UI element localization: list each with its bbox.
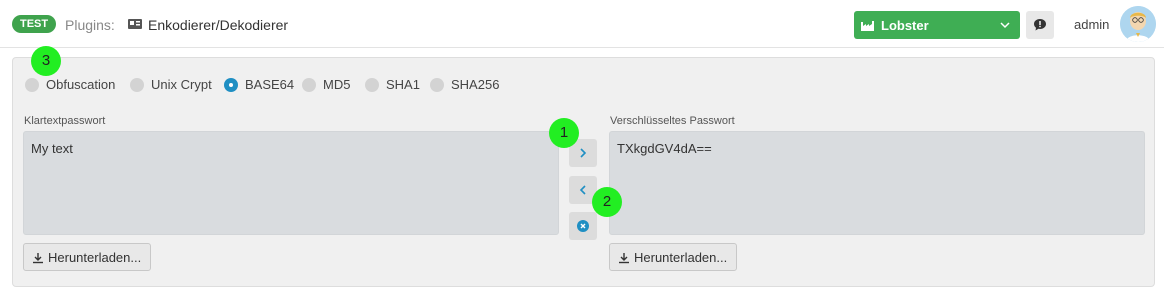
- radio-indicator: [430, 78, 444, 92]
- ciphertext-label: Verschlüsseltes Passwort: [610, 115, 735, 127]
- method-label: BASE64: [245, 77, 295, 92]
- method-label: SHA1: [386, 77, 420, 92]
- plaintext-label: Klartextpasswort: [24, 115, 106, 127]
- avatar[interactable]: [1120, 6, 1156, 42]
- method-label: Obfuscation: [46, 77, 116, 92]
- annotation-marker-3: 3: [31, 46, 61, 76]
- environment-select-label: Lobster: [881, 18, 929, 33]
- radio-indicator: [25, 78, 39, 92]
- top-bar: TEST Plugins: Enkodierer/Dekodierer Lobs…: [0, 0, 1164, 48]
- user-name[interactable]: admin: [1074, 17, 1109, 32]
- radio-indicator-selected: [224, 78, 238, 92]
- page-title: Enkodierer/Dekodierer: [148, 17, 289, 33]
- radio-indicator: [302, 78, 316, 92]
- download-icon: [619, 253, 629, 264]
- user-avatar-icon: [1120, 6, 1156, 42]
- chevron-right-icon: [580, 148, 587, 158]
- close-circle-icon: [577, 220, 589, 232]
- download-label: Herunterladen...: [634, 250, 728, 265]
- download-icon: [33, 253, 43, 264]
- factory-icon: [861, 21, 874, 31]
- chevron-left-icon: [579, 185, 586, 195]
- plaintext-download-button[interactable]: Herunterladen...: [23, 243, 151, 271]
- clear-button[interactable]: [569, 212, 597, 240]
- breadcrumb-label: Plugins:: [65, 17, 115, 33]
- download-label: Herunterladen...: [48, 250, 142, 265]
- chat-button[interactable]: [1026, 11, 1054, 39]
- method-label: MD5: [323, 77, 351, 92]
- ciphertext-input[interactable]: TXkgdGV4dA==: [609, 131, 1145, 235]
- method-label: Unix Crypt: [151, 77, 212, 92]
- annotation-marker-1: 1: [549, 118, 579, 148]
- annotation-marker-2: 2: [592, 187, 622, 217]
- radio-indicator: [365, 78, 379, 92]
- id-card-icon: [128, 19, 142, 29]
- environment-select[interactable]: Lobster: [854, 11, 1020, 39]
- chevron-down-icon: [1000, 22, 1010, 29]
- chat-bubble-icon: [1034, 19, 1046, 31]
- radio-indicator: [130, 78, 144, 92]
- ciphertext-download-button[interactable]: Herunterladen...: [609, 243, 737, 271]
- environment-badge: TEST: [12, 15, 57, 33]
- plaintext-input[interactable]: My text: [23, 131, 559, 235]
- method-label: SHA256: [451, 77, 500, 92]
